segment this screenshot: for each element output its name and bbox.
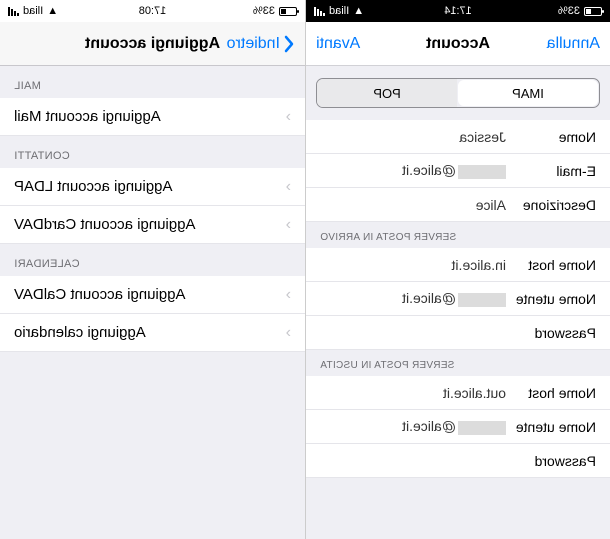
row-label: Aggiungi account CalDAV [14,286,186,303]
outgoing-user-field[interactable]: Nome utente @alice.it [306,410,610,444]
nav-bar: Indietro Aggiungi account [0,22,305,66]
row-label: Aggiungi account CardDAV [14,216,196,233]
row-label: Aggiungi calendario [14,324,146,341]
status-bar: 33% 17:08 ▲ Iliad [0,0,305,22]
name-label: Nome [506,129,596,145]
add-calendar-row[interactable]: › Aggiungi calendario [0,314,305,352]
nav-bar: Annulla Account Avanti [306,22,610,66]
next-button[interactable]: Avanti [316,35,360,53]
outgoing-host-label: Nome host [506,385,596,401]
battery-icon [279,7,297,16]
outgoing-host-value: out.alice.it [320,385,506,401]
add-carddav-account-row[interactable]: › Aggiungi account CardDAV [0,206,305,244]
chevron-right-icon: › [286,324,291,342]
status-time: 17:08 [139,5,167,17]
outgoing-password-label: Password [506,453,596,469]
form-content: IMAP POP Nome Jessica E-mail @alice.it D… [306,66,610,539]
incoming-user-field[interactable]: Nome utente @alice.it [306,282,610,316]
segment-pop[interactable]: POP [317,79,457,107]
battery-percent: 33% [558,5,580,17]
add-ldap-account-row[interactable]: › Aggiungi account LDAP [0,168,305,206]
outgoing-user-value: @alice.it [320,418,506,434]
incoming-host-field[interactable]: Nome host in.alice.it [306,248,610,282]
list-content: MAIL › Aggiungi account Mail CONTATTI › … [0,66,305,539]
incoming-host-label: Nome host [506,257,596,273]
email-label: E-mail [506,163,596,179]
back-button[interactable]: Indietro [227,35,295,53]
redacted-block [458,421,506,435]
status-bar: 33% 17:14 ▲ Iliad [306,0,610,22]
outgoing-host-field[interactable]: Nome host out.alice.it [306,376,610,410]
email-value: @alice.it [320,162,506,178]
protocol-segmented: IMAP POP [316,78,600,108]
redacted-block [458,165,506,179]
row-label: Aggiungi account LDAP [14,178,172,195]
incoming-host-value: in.alice.it [320,257,506,273]
chevron-left-icon [283,35,295,53]
incoming-user-label: Nome utente [506,291,596,307]
battery-percent: 33% [253,5,275,17]
battery-icon [584,7,602,16]
chevron-right-icon: › [286,216,291,234]
name-field[interactable]: Nome Jessica [306,120,610,154]
incoming-header: SERVER POSTA IN ARRIVO [306,222,610,248]
status-time: 17:14 [444,5,472,17]
calendars-section-header: CALENDARI [0,244,305,276]
add-account-screen: 33% 17:08 ▲ Iliad Indietro Aggiungi acco… [0,0,305,539]
add-mail-account-row[interactable]: › Aggiungi account Mail [0,98,305,136]
incoming-password-label: Password [506,325,596,341]
wifi-icon: ▲ [47,5,58,17]
segment-imap[interactable]: IMAP [458,80,598,106]
cancel-button[interactable]: Annulla [547,35,600,53]
description-label: Descrizione [506,197,596,213]
chevron-right-icon: › [286,108,291,126]
outgoing-header: SERVER POSTA IN USCITA [306,350,610,376]
carrier: Iliad [329,5,349,17]
email-field[interactable]: E-mail @alice.it [306,154,610,188]
mail-section-header: MAIL [0,66,305,98]
carrier: Iliad [23,5,43,17]
description-field[interactable]: Descrizione Alice [306,188,610,222]
add-caldav-account-row[interactable]: › Aggiungi account CalDAV [0,276,305,314]
chevron-right-icon: › [286,178,291,196]
row-label: Aggiungi account Mail [14,108,161,125]
signal-icon [8,7,19,16]
wifi-icon: ▲ [353,5,364,17]
account-form-screen: 33% 17:14 ▲ Iliad Annulla Account Avanti… [305,0,610,539]
redacted-block [458,293,506,307]
incoming-password-field[interactable]: Password [306,316,610,350]
contacts-section-header: CONTATTI [0,136,305,168]
signal-icon [314,7,325,16]
name-value: Jessica [320,129,506,145]
incoming-user-value: @alice.it [320,290,506,306]
outgoing-password-field[interactable]: Password [306,444,610,478]
description-value: Alice [320,197,506,213]
outgoing-user-label: Nome utente [506,419,596,435]
chevron-right-icon: › [286,286,291,304]
